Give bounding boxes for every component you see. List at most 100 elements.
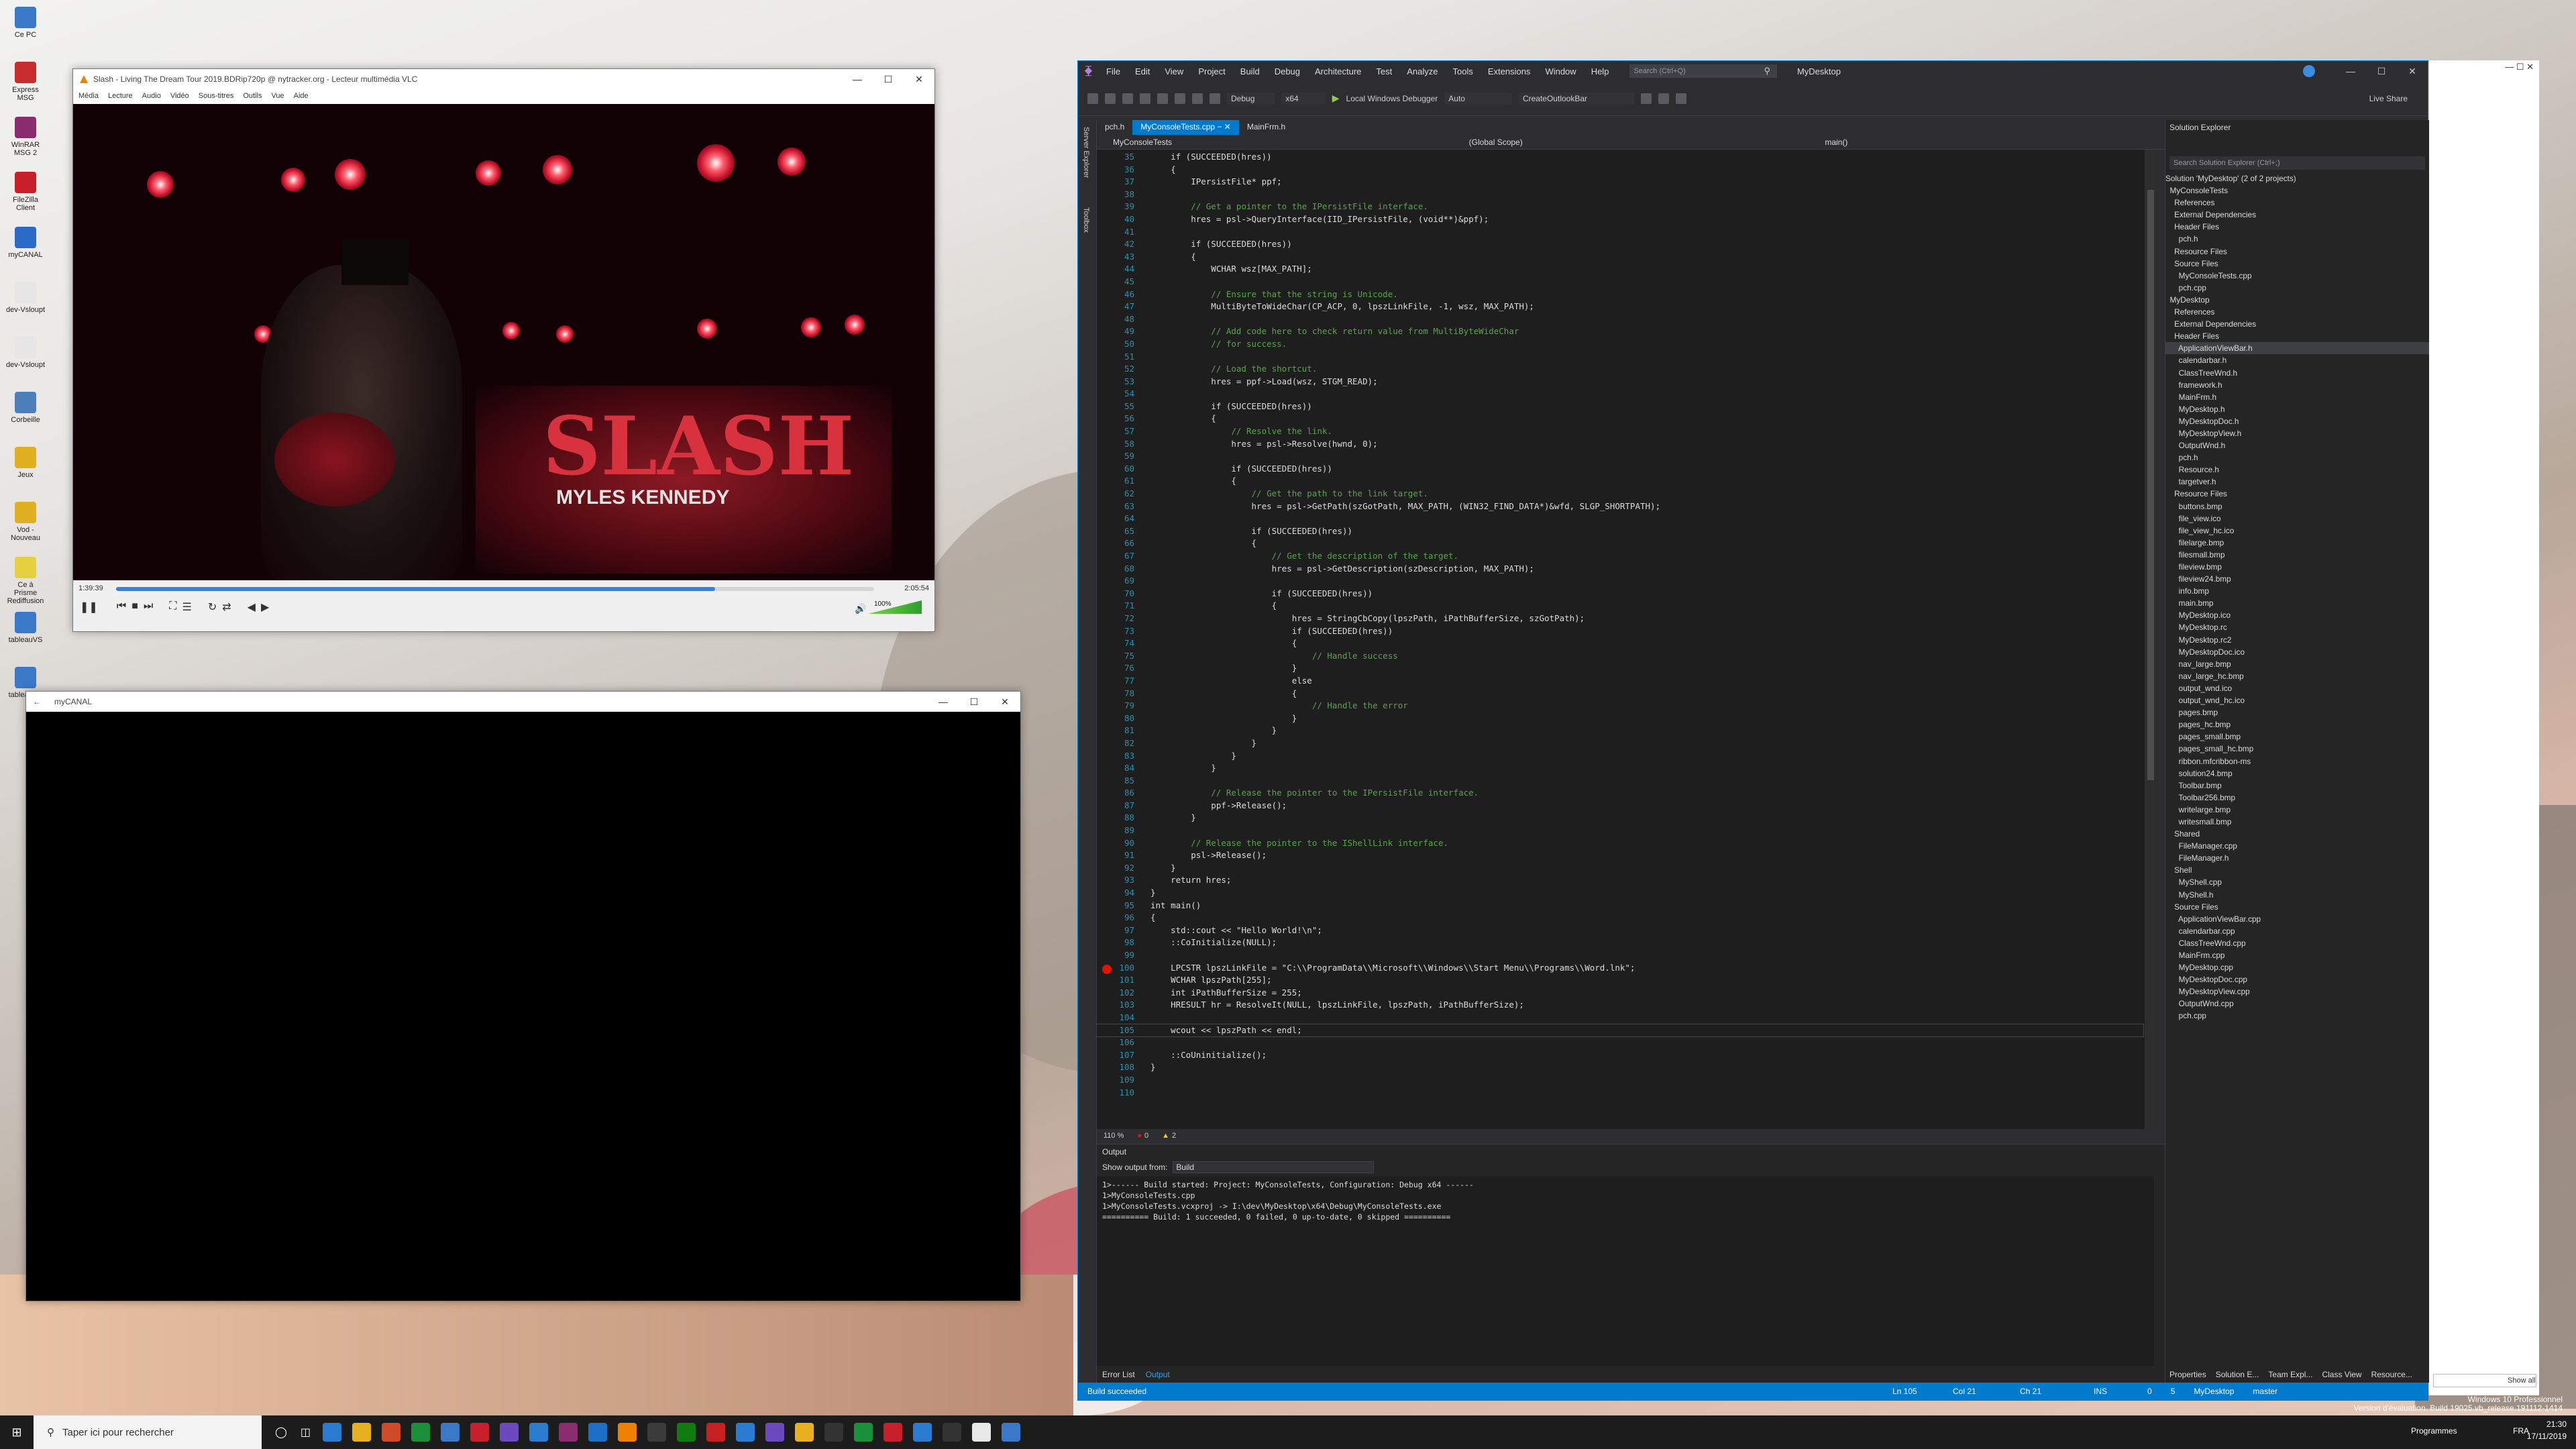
vlc-menu-item[interactable]: Média bbox=[78, 92, 99, 100]
maximize-button[interactable]: ☐ bbox=[2366, 61, 2397, 81]
menu-item[interactable]: Tools bbox=[1445, 66, 1480, 76]
target-select[interactable]: CreateOutlookBar bbox=[1518, 92, 1634, 105]
tool-icon[interactable] bbox=[1641, 93, 1652, 104]
play-icon[interactable]: ▶ bbox=[1332, 93, 1340, 104]
menu-item[interactable]: Build bbox=[1233, 66, 1267, 76]
desktop-icon[interactable]: tableauVS bbox=[5, 612, 46, 644]
live-share-button[interactable]: Live Share bbox=[2369, 94, 2408, 103]
desktop-icon[interactable]: WinRAR MSG 2 bbox=[5, 117, 46, 157]
tree-item[interactable]: External Dependencies bbox=[2165, 209, 2429, 221]
tool-window-tab[interactable]: Class View bbox=[2322, 1370, 2361, 1379]
tree-item[interactable]: buttons.bmp bbox=[2165, 500, 2429, 513]
tree-item[interactable]: MyDesktopDoc.cpp bbox=[2165, 973, 2429, 985]
volume-icon[interactable]: 🔊 bbox=[855, 603, 866, 614]
tree-item[interactable]: info.bmp bbox=[2165, 585, 2429, 597]
taskbar-app-icon[interactable] bbox=[588, 1423, 608, 1442]
vertical-scrollbar[interactable] bbox=[2145, 150, 2157, 1129]
desktop-icon[interactable]: Corbeille bbox=[5, 392, 46, 424]
tree-item[interactable]: References bbox=[2165, 197, 2429, 209]
server-explorer-tab[interactable]: Server Explorer bbox=[1082, 127, 1090, 178]
platform-select[interactable]: x64 bbox=[1281, 92, 1326, 105]
changes-count[interactable]: 5 bbox=[2161, 1387, 2185, 1396]
tree-item[interactable]: External Dependencies bbox=[2165, 318, 2429, 330]
menu-item[interactable]: Window bbox=[1538, 66, 1583, 76]
taskbar-app-icon[interactable] bbox=[441, 1423, 460, 1442]
tool-icon[interactable] bbox=[1676, 93, 1686, 104]
previous-button[interactable]: ⏮ bbox=[117, 600, 126, 614]
vlc-video-area[interactable]: SLASH MYLES KENNEDY bbox=[73, 104, 934, 580]
tool-icon[interactable] bbox=[1658, 93, 1669, 104]
tree-item[interactable]: solution24.bmp bbox=[2165, 767, 2429, 780]
desktop-icon[interactable]: Ce à Prisme Rediffusion bbox=[5, 557, 46, 605]
scope-dropdown[interactable]: (Global Scope) bbox=[1453, 138, 1809, 147]
undo-icon[interactable] bbox=[1192, 93, 1203, 104]
open-icon[interactable] bbox=[1140, 93, 1150, 104]
tree-item[interactable]: OutputWnd.h bbox=[2165, 439, 2429, 451]
tree-item[interactable]: ClassTreeWnd.h bbox=[2165, 367, 2429, 379]
vs-search-input[interactable]: Search (Ctrl+Q) bbox=[1629, 64, 1778, 78]
tree-item[interactable]: Shell bbox=[2165, 864, 2429, 876]
taskbar-app-icon[interactable] bbox=[323, 1423, 342, 1442]
tree-item[interactable]: output_wnd_hc.ico bbox=[2165, 694, 2429, 706]
next-button[interactable]: ⏭ bbox=[144, 600, 153, 614]
menu-item[interactable]: Help bbox=[1584, 66, 1617, 76]
back-icon[interactable] bbox=[1087, 93, 1098, 104]
tree-item[interactable]: MyDesktop.ico bbox=[2165, 609, 2429, 621]
taskbar-app-icon[interactable] bbox=[913, 1423, 932, 1442]
tree-item[interactable]: ApplicationViewBar.h bbox=[2165, 342, 2429, 355]
tree-item[interactable]: writelarge.bmp bbox=[2165, 804, 2429, 816]
tree-item[interactable]: Source Files bbox=[2165, 258, 2429, 270]
auto-select[interactable]: Auto bbox=[1444, 92, 1512, 105]
tree-item[interactable]: pages_small.bmp bbox=[2165, 731, 2429, 743]
tree-item[interactable]: pages_hc.bmp bbox=[2165, 718, 2429, 731]
desktop-icon[interactable]: Express MSG bbox=[5, 62, 46, 102]
cortana-icon[interactable]: ◯ bbox=[275, 1426, 287, 1439]
tool-window-tab[interactable]: Solution E... bbox=[2216, 1370, 2259, 1379]
output-source-select[interactable]: Build bbox=[1173, 1161, 1375, 1173]
loop-button[interactable]: ↻ bbox=[208, 600, 217, 614]
tree-item[interactable]: Header Files bbox=[2165, 221, 2429, 233]
desktop-icon[interactable]: Vod - Nouveau bbox=[5, 502, 46, 542]
tree-item[interactable]: Solution 'MyDesktop' (2 of 2 projects) bbox=[2165, 172, 2429, 184]
playlist-button[interactable]: ☰ bbox=[182, 600, 192, 614]
minimize-button[interactable]: — bbox=[842, 69, 873, 89]
desktop-icon[interactable]: FileZilla Client bbox=[5, 172, 46, 212]
tree-item[interactable]: output_wnd.ico bbox=[2165, 682, 2429, 694]
error-count[interactable]: 0 bbox=[1144, 1132, 1148, 1140]
zoom-level[interactable]: 110 % bbox=[1104, 1132, 1124, 1140]
fullscreen-button[interactable]: ⛶ bbox=[169, 600, 176, 614]
pin-icon[interactable]: − bbox=[1217, 122, 1222, 131]
new-file-icon[interactable] bbox=[1122, 93, 1133, 104]
desktop-icon[interactable]: Jeux bbox=[5, 447, 46, 479]
account-icon[interactable] bbox=[2303, 65, 2315, 77]
tree-item[interactable]: pch.h bbox=[2165, 451, 2429, 464]
tree-item[interactable]: MyDesktop.rc bbox=[2165, 621, 2429, 633]
taskbar-app-icon[interactable] bbox=[382, 1423, 401, 1442]
taskbar-app-icon[interactable] bbox=[883, 1423, 903, 1442]
desktop-icon[interactable]: Ce PC bbox=[5, 7, 46, 39]
repo-name[interactable]: MyDesktop bbox=[2184, 1387, 2243, 1396]
tab-pch-h[interactable]: pch.h bbox=[1097, 120, 1132, 135]
close-icon[interactable]: ✕ bbox=[1224, 122, 1231, 131]
back-arrow-icon[interactable]: ← bbox=[33, 697, 41, 706]
branch-name[interactable]: master bbox=[2243, 1387, 2287, 1396]
show-all-button[interactable]: Show all bbox=[2433, 1374, 2536, 1387]
tree-item[interactable]: References bbox=[2165, 306, 2429, 318]
tree-item[interactable]: MyShell.cpp bbox=[2165, 876, 2429, 888]
taskbar-app-icon[interactable] bbox=[559, 1423, 578, 1442]
tree-item[interactable]: Toolbar.bmp bbox=[2165, 780, 2429, 792]
save-all-icon[interactable] bbox=[1175, 93, 1185, 104]
taskbar-app-icon[interactable] bbox=[972, 1423, 991, 1442]
taskbar-search[interactable]: ⚲ Taper ici pour rechercher bbox=[34, 1415, 262, 1449]
tab-error-list[interactable]: Error List bbox=[1102, 1370, 1135, 1379]
taskbar-app-icon[interactable] bbox=[411, 1423, 431, 1442]
forward-icon[interactable] bbox=[1105, 93, 1116, 104]
taskbar-app-icon[interactable] bbox=[765, 1423, 785, 1442]
breakpoint-icon[interactable] bbox=[1102, 965, 1112, 974]
task-view-icon[interactable]: ◫ bbox=[301, 1426, 311, 1439]
maximize-button[interactable]: ☐ bbox=[873, 69, 904, 89]
tree-item[interactable]: filelarge.bmp bbox=[2165, 537, 2429, 549]
warning-count[interactable]: 2 bbox=[1172, 1132, 1176, 1140]
tree-item[interactable]: fileview24.bmp bbox=[2165, 573, 2429, 585]
tree-item[interactable]: MyDesktopView.h bbox=[2165, 427, 2429, 439]
